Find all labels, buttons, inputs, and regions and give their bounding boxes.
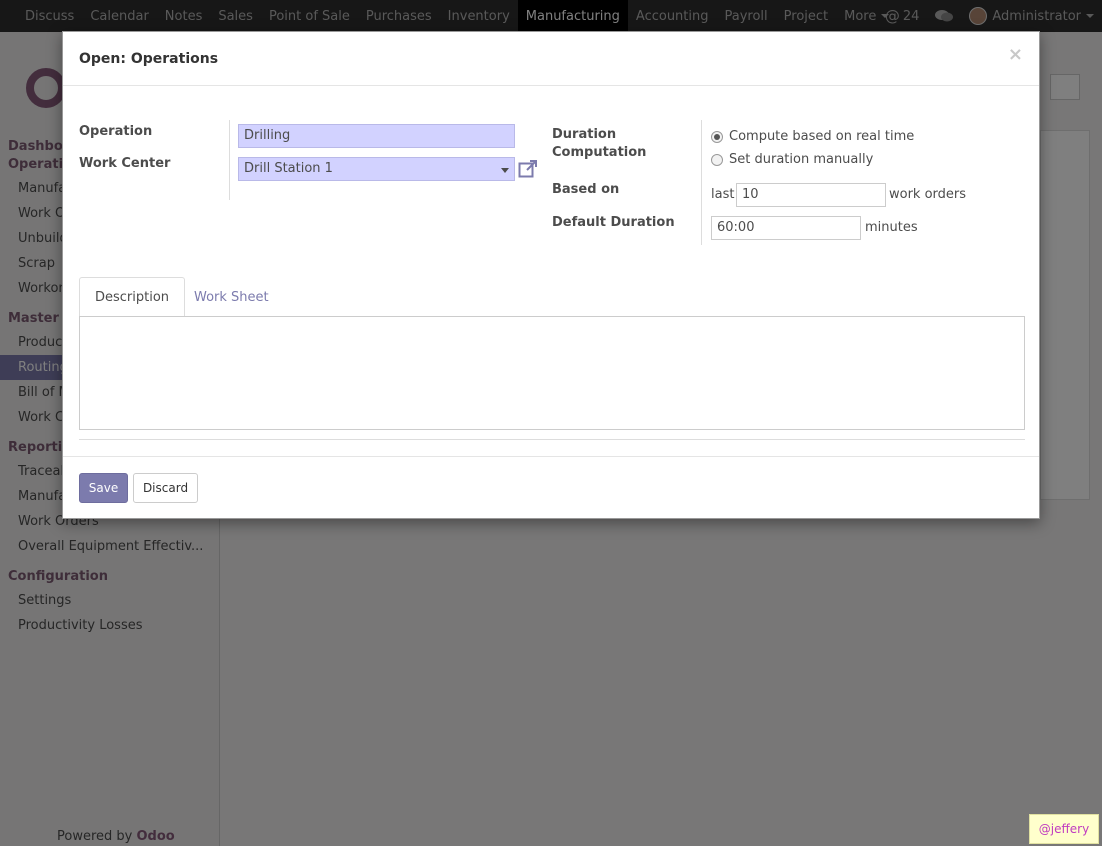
watermark: @jeffery [1029, 814, 1099, 844]
footer-divider [63, 456, 1039, 457]
external-link-icon[interactable] [518, 159, 538, 179]
close-icon[interactable]: × [1008, 44, 1023, 65]
duration-computation-label: Duration Computation [552, 127, 646, 160]
radio-manual-label: Set duration manually [729, 152, 874, 167]
based-on-label: Based on [552, 182, 620, 197]
divider [79, 439, 1025, 440]
radio-real-time-label: Compute based on real time [729, 129, 915, 144]
tab-work-sheet[interactable]: Work Sheet [179, 277, 284, 317]
field-divider-right [701, 120, 702, 245]
radio-unchecked-icon [711, 153, 723, 166]
default-duration-suffix: minutes [865, 220, 918, 235]
radio-checked-icon [711, 130, 723, 143]
radio-compute-real-time[interactable]: Compute based on real time [711, 129, 914, 144]
default-duration-label: Default Duration [552, 215, 675, 230]
based-on-input[interactable]: 10 [736, 183, 886, 207]
modal-title: Open: Operations [79, 50, 219, 67]
notebook-tabs: Description Work Sheet [79, 277, 1025, 317]
work-center-value: Drill Station 1 [244, 161, 333, 176]
chevron-down-icon [501, 168, 509, 173]
default-duration-input[interactable]: 60:00 [711, 216, 861, 240]
field-divider [229, 120, 230, 200]
based-on-prefix: last [711, 187, 735, 202]
work-center-label: Work Center [79, 156, 171, 171]
tab-description[interactable]: Description [79, 277, 186, 317]
work-center-select[interactable]: Drill Station 1 [238, 157, 515, 181]
based-on-suffix: work orders [889, 187, 967, 202]
discard-button[interactable]: Discard [133, 473, 198, 503]
description-textarea[interactable] [79, 316, 1025, 430]
duration-computation-label-line2: Computation [552, 145, 647, 160]
modal-header: Open: Operations [63, 32, 1039, 86]
operation-label: Operation [79, 124, 153, 139]
duration-computation-label-line1: Duration [552, 127, 617, 142]
save-button[interactable]: Save [79, 473, 128, 503]
radio-set-manually[interactable]: Set duration manually [711, 152, 873, 167]
operations-dialog: Open: Operations × Operation Work Center… [62, 31, 1040, 519]
operation-input[interactable]: Drilling [238, 124, 515, 148]
